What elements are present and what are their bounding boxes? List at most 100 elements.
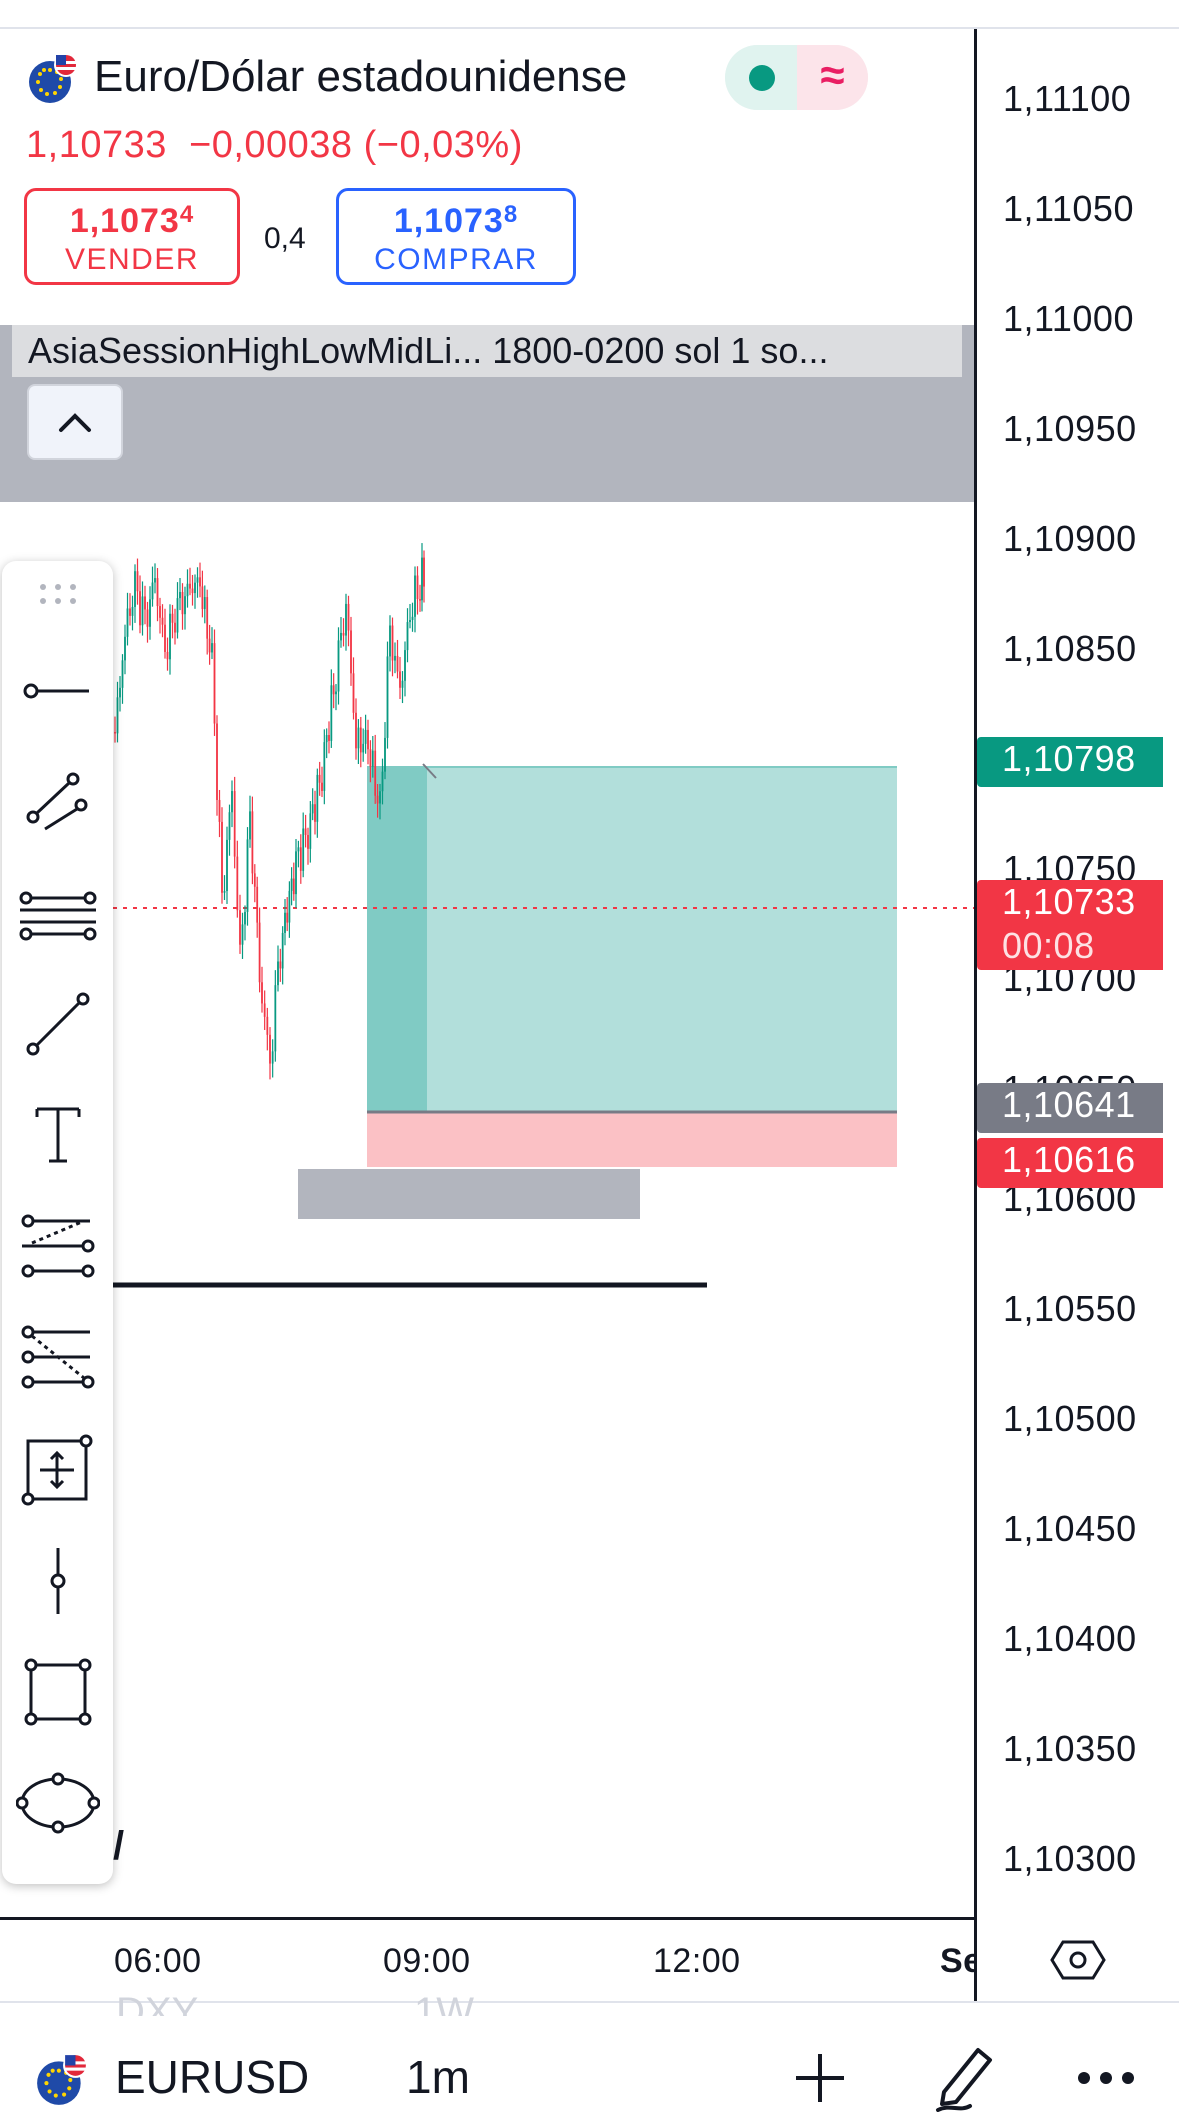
price-tick-label: 1,10350 xyxy=(1003,1728,1137,1769)
candle-body xyxy=(141,596,144,626)
candle-body xyxy=(364,729,367,744)
add-icon[interactable] xyxy=(790,2048,850,2108)
last-price: 1,10733 xyxy=(26,124,167,166)
candle-body xyxy=(321,782,323,791)
candle-body xyxy=(149,599,151,627)
candle-body xyxy=(411,616,414,621)
candle-body xyxy=(194,582,196,594)
price-tick-label: 1,10400 xyxy=(1003,1618,1137,1659)
candle-body xyxy=(307,834,309,849)
position-tool[interactable] xyxy=(367,766,897,1167)
candle-body xyxy=(154,578,156,583)
candle-body xyxy=(423,557,425,587)
drag-handle-icon[interactable] xyxy=(2,561,113,629)
candle-body xyxy=(371,750,374,767)
horizontal-ray-icon[interactable] xyxy=(2,646,113,736)
text-tool-icon[interactable] xyxy=(2,1090,113,1180)
candle-body xyxy=(318,774,321,783)
market-status-pill[interactable]: ≈ xyxy=(725,45,868,110)
price-tick-label: 1,10900 xyxy=(1003,518,1137,559)
candle-body xyxy=(359,727,362,753)
more-icon[interactable] xyxy=(1076,2066,1136,2090)
trend-line-icon[interactable] xyxy=(2,979,113,1069)
candle-body xyxy=(335,691,337,695)
candle-body xyxy=(196,577,199,583)
candle-body xyxy=(290,878,293,891)
buy-label: COMPRAR xyxy=(374,243,538,276)
ellipse-icon[interactable] xyxy=(2,1758,113,1848)
price-tag: 1,10798 xyxy=(977,737,1163,788)
candle-body xyxy=(352,673,355,713)
candle-body xyxy=(401,680,404,688)
parallel-channel-icon[interactable] xyxy=(2,757,113,847)
measure-icon[interactable] xyxy=(2,1424,113,1514)
candle-body xyxy=(286,912,289,923)
sell-price-pip: 4 xyxy=(179,201,195,228)
symbol-flag-icon xyxy=(26,52,80,106)
candle-body xyxy=(299,847,302,871)
candle-body xyxy=(288,890,291,923)
candle-body xyxy=(309,813,312,849)
candle-body xyxy=(325,734,328,743)
price-tag-value: 1,10733 xyxy=(1002,881,1136,923)
profit-zone xyxy=(367,767,897,1112)
candle-body xyxy=(166,651,169,660)
candle-body xyxy=(330,685,333,741)
rectangle-icon[interactable] xyxy=(2,1647,113,1737)
candle-body xyxy=(156,578,159,607)
candle-body xyxy=(409,620,411,623)
candle-body xyxy=(176,598,179,633)
candle-body xyxy=(116,697,119,734)
candle-body xyxy=(226,839,228,892)
candle-body xyxy=(121,660,124,688)
collapse-legend-button[interactable] xyxy=(27,384,123,460)
candle-body xyxy=(169,613,171,660)
fib-retracement-icon[interactable] xyxy=(2,1201,113,1291)
price-change-percent: (−0,03%) xyxy=(363,124,523,166)
price-tick-label: 1,10300 xyxy=(1003,1838,1137,1879)
candle-body xyxy=(144,596,146,610)
time-label: 12:00 xyxy=(653,1942,741,1980)
candle-body xyxy=(253,873,256,887)
candle-body xyxy=(374,750,377,796)
candle-body xyxy=(362,743,365,753)
candle-body xyxy=(381,771,384,792)
time-label: Se xyxy=(940,1942,974,1980)
candle-body xyxy=(199,577,201,587)
price-chart[interactable]: / xyxy=(0,502,975,1919)
candle-body xyxy=(161,617,164,625)
vertical-line-icon[interactable] xyxy=(2,1536,113,1626)
time-label: 09:00 xyxy=(383,1942,471,1980)
buy-button[interactable]: 1,10738 COMPRAR xyxy=(336,188,576,285)
candle-body xyxy=(386,656,389,738)
candle-body xyxy=(134,571,136,607)
price-tag-value: 1,10641 xyxy=(1002,1083,1136,1125)
pencil-icon[interactable] xyxy=(930,2040,1000,2112)
symbol-title[interactable]: Euro/Dólar estadounidense xyxy=(94,52,627,102)
demand-zone xyxy=(298,1169,640,1219)
price-tag: 1,10733 00:08 xyxy=(977,880,1163,971)
candle-body xyxy=(249,811,251,840)
sell-button[interactable]: 1,10734 VENDER xyxy=(24,188,240,285)
pitchfork-icon[interactable] xyxy=(2,871,113,961)
candle-body xyxy=(206,597,209,639)
drawing-toolbar xyxy=(2,561,113,1884)
candle-body xyxy=(332,685,335,695)
candle-body xyxy=(391,625,394,661)
candle-body xyxy=(297,847,300,852)
candle-body xyxy=(406,622,409,651)
fib-extension-icon[interactable] xyxy=(2,1312,113,1402)
candle-body xyxy=(136,571,139,592)
market-open-dot-icon xyxy=(725,45,797,110)
interval-button[interactable]: 1m xyxy=(406,2050,470,2104)
price-tick-label: 1,10850 xyxy=(1003,628,1137,669)
ghost-interval: 1W xyxy=(414,1990,474,2016)
candle-body xyxy=(342,632,345,636)
candle-body xyxy=(201,586,204,610)
spread-value: 0,4 xyxy=(264,222,306,255)
sell-label: VENDER xyxy=(64,243,200,276)
symbol-button[interactable]: EURUSD xyxy=(115,2050,309,2104)
chart-settings-icon[interactable] xyxy=(1048,1938,1108,1987)
candle-body xyxy=(357,727,360,749)
indicator-legend[interactable]: AsiaSessionHighLowMidLi... 1800-0200 sol… xyxy=(12,325,962,377)
